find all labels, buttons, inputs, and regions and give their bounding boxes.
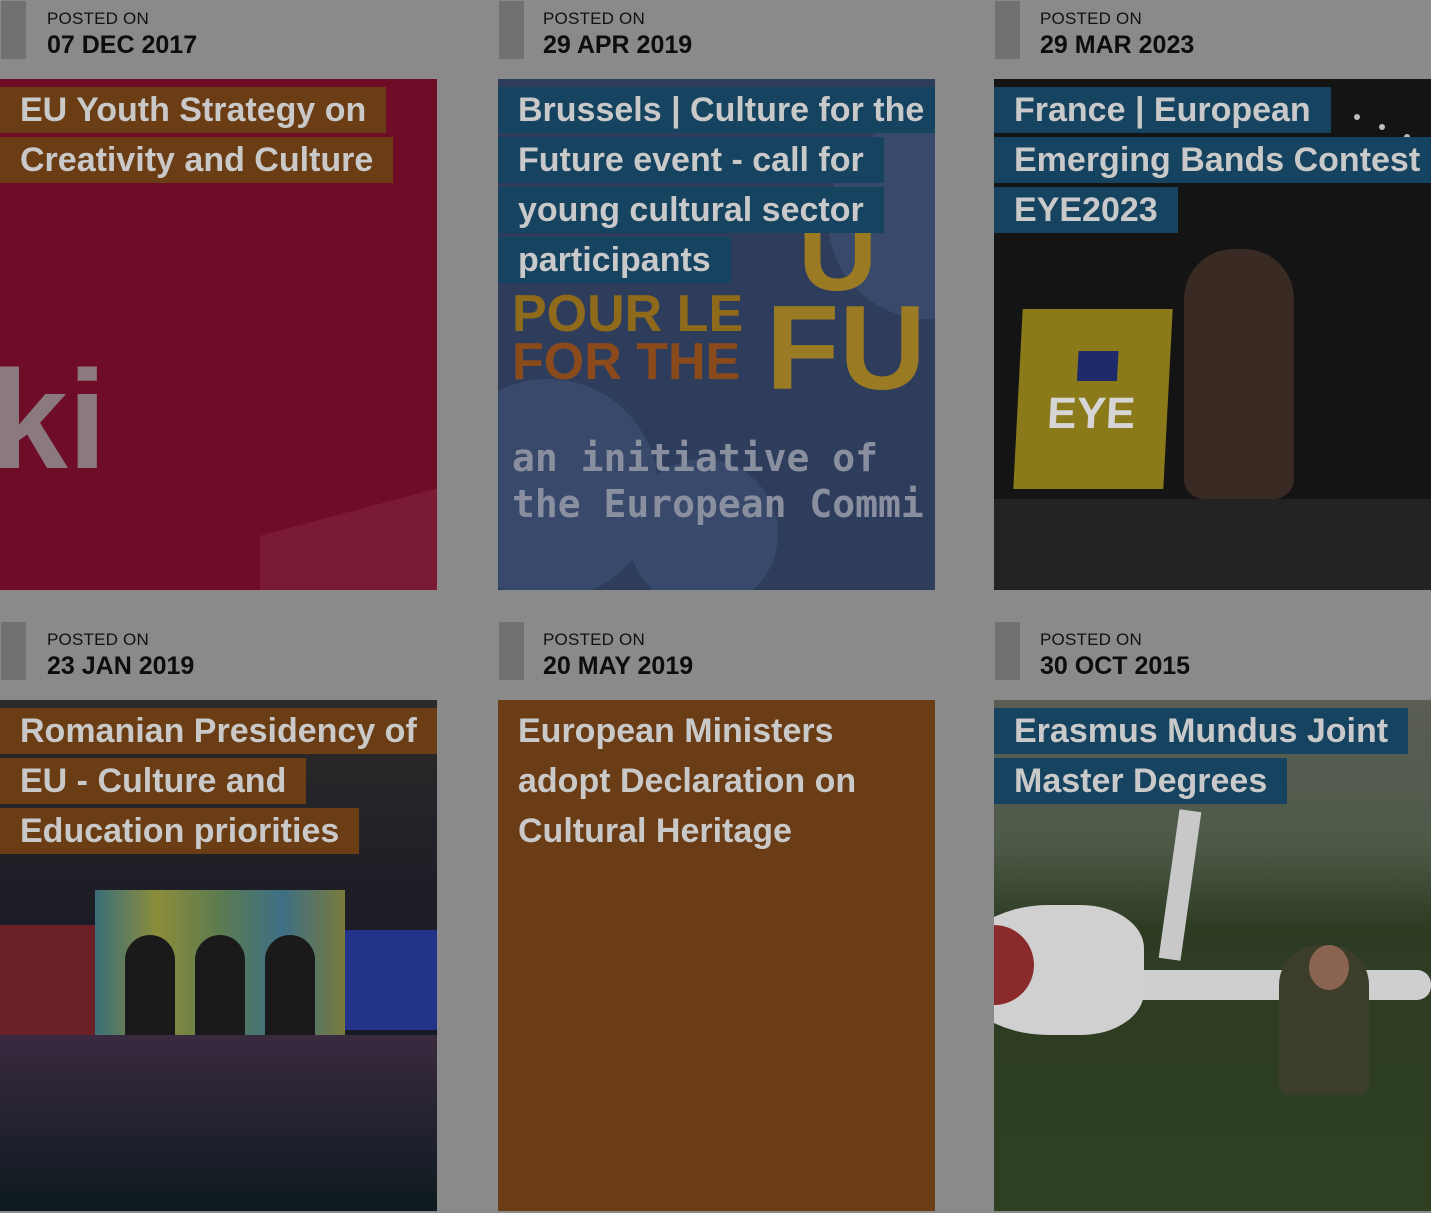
illuminated-arch <box>95 890 345 1040</box>
image-text: ki <box>0 341 107 498</box>
card-title[interactable]: Brussels | Culture for the Future event … <box>498 87 935 283</box>
card-title-link[interactable]: Erasmus Mundus Joint Master Degrees <box>994 706 1431 806</box>
arch-door <box>195 935 245 1040</box>
building-left <box>0 925 100 1035</box>
posted-on-label: POSTED ON <box>543 630 645 649</box>
post-date: 29 APR 2019 <box>543 31 693 59</box>
news-card[interactable]: POSTED ON 07 DEC 2017 ki EU Youth Strate… <box>0 0 437 590</box>
card-title[interactable]: European Ministers adopt Declaration on … <box>498 708 876 854</box>
card-title-link[interactable]: EU Youth Strategy on Creativity and Cult… <box>0 85 437 185</box>
post-date: 20 MAY 2019 <box>543 652 694 680</box>
card-title[interactable]: Romanian Presidency of EU - Culture and … <box>0 708 437 854</box>
posted-header: POSTED ON 29 APR 2019 <box>498 0 935 79</box>
eye-banner: EYE <box>1013 309 1173 489</box>
glider-wing <box>1094 970 1431 1000</box>
graphic-shape <box>260 482 437 590</box>
card-title[interactable]: Erasmus Mundus Joint Master Degrees <box>994 708 1409 804</box>
performer <box>1184 249 1294 499</box>
post-date: 30 OCT 2015 <box>1040 652 1191 680</box>
arch-door <box>265 935 315 1040</box>
post-date: 23 JAN 2019 <box>47 652 195 680</box>
card-title[interactable]: France | European Emerging Bands Contest… <box>994 87 1431 233</box>
poster-letters: FU <box>766 281 926 415</box>
arch-door <box>125 935 175 1040</box>
initiative-line: an initiative of <box>512 436 879 480</box>
poster-pour-le: POUR LE <box>512 285 744 343</box>
card-image[interactable]: ki EU Youth Strategy on Creativity and C… <box>0 79 437 590</box>
posted-on-label: POSTED ON <box>47 9 149 28</box>
date-accent-bar <box>1 1 26 59</box>
news-card[interactable]: POSTED ON 29 MAR 2023 EYE France | Europ… <box>994 0 1431 590</box>
card-title-link[interactable]: Romanian Presidency of EU - Culture and … <box>0 706 437 856</box>
initiative-line: the European Commi <box>512 482 924 526</box>
glider-nose <box>994 925 1034 1005</box>
card-image[interactable]: U FU POUR LE FOR THE an initiative of th… <box>498 79 935 590</box>
glider <box>994 905 1144 1035</box>
posted-header: POSTED ON 20 MAY 2019 <box>498 621 935 700</box>
building-right <box>340 930 437 1030</box>
news-grid: POSTED ON 07 DEC 2017 ki EU Youth Strate… <box>0 0 1431 1213</box>
news-card[interactable]: POSTED ON 23 JAN 2019 Romanian Presidenc… <box>0 621 437 1211</box>
card-title-link[interactable]: European Ministers adopt Declaration on … <box>498 706 935 856</box>
news-card[interactable]: POSTED ON 30 OCT 2015 Erasmus Mundus Joi… <box>994 621 1431 1211</box>
poster-for-the: FOR THE <box>512 333 741 391</box>
posted-header: POSTED ON 07 DEC 2017 <box>0 0 437 79</box>
post-date: 29 MAR 2023 <box>1040 31 1195 59</box>
date-accent-bar <box>499 1 524 59</box>
posted-on-label: POSTED ON <box>1040 9 1142 28</box>
card-image[interactable]: European Ministers adopt Declaration on … <box>498 700 935 1211</box>
stage <box>994 499 1431 590</box>
news-card[interactable]: POSTED ON 29 APR 2019 U FU POUR LE FOR T… <box>498 0 935 590</box>
posted-on-label: POSTED ON <box>1040 630 1142 649</box>
card-image[interactable]: Erasmus Mundus Joint Master Degrees <box>994 700 1431 1211</box>
card-image[interactable]: Romanian Presidency of EU - Culture and … <box>0 700 437 1211</box>
date-accent-bar <box>995 1 1020 59</box>
date-accent-bar <box>499 622 524 680</box>
posted-header: POSTED ON 30 OCT 2015 <box>994 621 1431 700</box>
glider-tail <box>1158 809 1202 961</box>
card-title-link[interactable]: France | European Emerging Bands Contest… <box>994 85 1431 235</box>
banner-text: EYE <box>1045 389 1137 438</box>
eu-flag-icon <box>1076 351 1119 381</box>
posted-header: POSTED ON 23 JAN 2019 <box>0 621 437 700</box>
card-image[interactable]: EYE France | European Emerging Bands Con… <box>994 79 1431 590</box>
person-head <box>1309 945 1349 990</box>
water-reflection <box>0 1035 437 1211</box>
poster-initiative: an initiative of the European Commi <box>512 435 924 527</box>
post-date: 07 DEC 2017 <box>47 31 198 59</box>
posted-on-label: POSTED ON <box>543 9 645 28</box>
posted-on-label: POSTED ON <box>47 630 149 649</box>
date-accent-bar <box>995 622 1020 680</box>
card-title-link[interactable]: Brussels | Culture for the Future event … <box>498 85 935 285</box>
news-card[interactable]: POSTED ON 20 MAY 2019 European Ministers… <box>498 621 935 1211</box>
date-accent-bar <box>1 622 26 680</box>
posted-header: POSTED ON 29 MAR 2023 <box>994 0 1431 79</box>
card-title[interactable]: EU Youth Strategy on Creativity and Cult… <box>0 87 394 183</box>
